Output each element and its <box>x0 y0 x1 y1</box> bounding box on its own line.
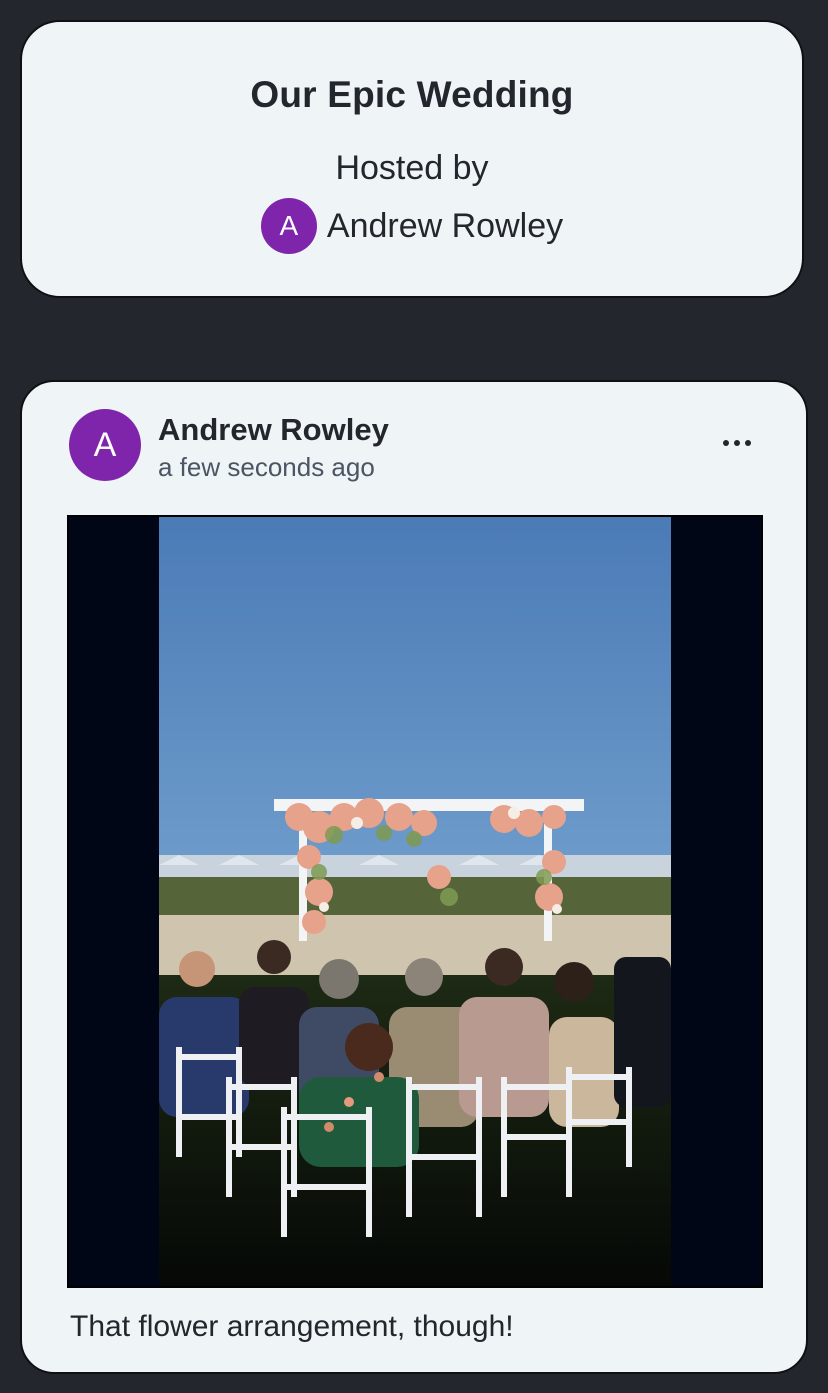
post-caption: That flower arrangement, though! <box>70 1310 514 1343</box>
post-card: A Andrew Rowley a few seconds ago That f… <box>20 380 808 1374</box>
post-timestamp: a few seconds ago <box>158 452 375 482</box>
event-title: Our Epic Wedding <box>250 74 574 115</box>
host-avatar-initial: A <box>279 210 299 241</box>
host-row[interactable]: A Andrew Rowley <box>22 198 802 254</box>
host-name[interactable]: Andrew Rowley <box>327 207 563 246</box>
post-author-avatar[interactable]: A <box>69 409 141 481</box>
event-header-card: Our Epic Wedding Hosted by A Andrew Rowl… <box>20 20 804 298</box>
hosted-by-label: Hosted by <box>335 149 489 187</box>
post-photo-frame[interactable] <box>67 515 763 1288</box>
post-author-initial: A <box>93 425 117 464</box>
more-options-icon[interactable] <box>712 428 762 458</box>
post-photo[interactable] <box>159 517 671 1288</box>
menu-dot <box>734 440 740 446</box>
menu-dot <box>745 440 751 446</box>
host-avatar[interactable]: A <box>260 198 317 254</box>
menu-dot <box>723 440 729 446</box>
post-author-name[interactable]: Andrew Rowley <box>158 412 389 448</box>
